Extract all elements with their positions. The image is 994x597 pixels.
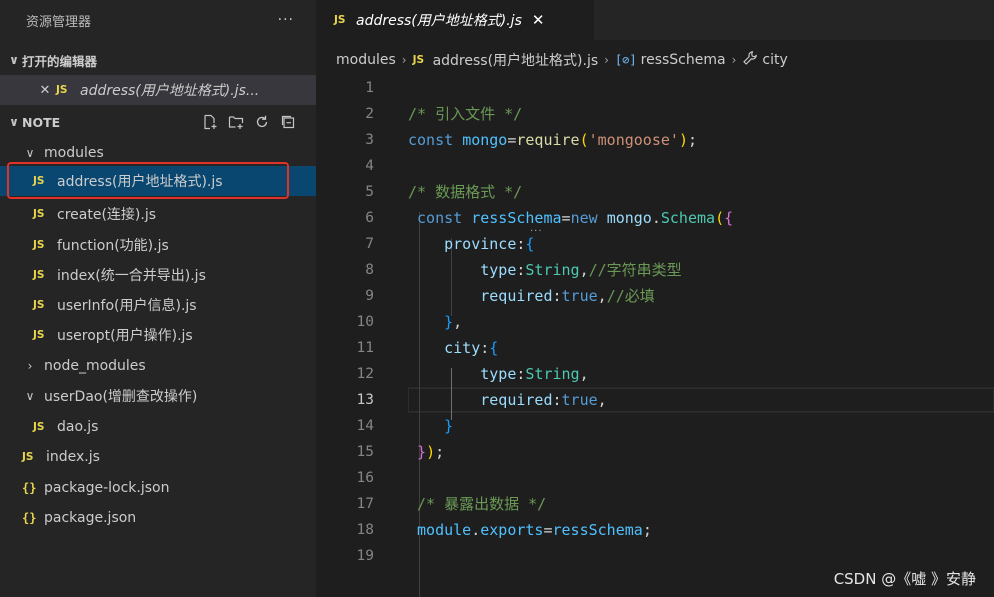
json-file-icon: {} (22, 511, 37, 525)
js-file-icon: JS (412, 54, 425, 66)
tree-label: function(功能).js (57, 238, 169, 254)
breadcrumb-symbol[interactable]: ressSchema (641, 52, 726, 68)
open-editor-item[interactable]: ✕ JS address(用户地址格式).js... (0, 75, 316, 105)
open-editors-label: 打开的编辑器 (22, 53, 98, 69)
tree-label: useropt(用户操作).js (57, 328, 193, 344)
code-line: 17 /* 暴露出数据 */ (356, 495, 547, 513)
tree-label: userDao(增删查改操作) (44, 389, 198, 405)
note-section[interactable]: ∨ NOTE (0, 107, 316, 137)
code-line: 5/* 数据格式 */ (365, 183, 523, 201)
tree-folder-modules[interactable]: ∨ modules (0, 138, 316, 168)
tree-label: address(用户地址格式).js (57, 174, 223, 190)
json-file-icon: {} (22, 481, 37, 495)
watermark: CSDN @《嘘 》安静 (833, 570, 976, 588)
js-file-icon: JS (33, 269, 45, 281)
tree-file-userinfo[interactable]: JS userInfo(用户信息).js (0, 290, 316, 320)
code-line: 3 const mongo=require('mongoose'); (365, 131, 697, 149)
chevron-down-icon: ∨ (25, 146, 35, 160)
note-actions (202, 114, 296, 130)
code-line: 1 (365, 80, 374, 96)
tree-file-create[interactable]: JS create(连接).js (0, 199, 316, 229)
new-file-icon[interactable] (202, 114, 218, 130)
code-line: 19 (356, 548, 374, 564)
tab-address-js[interactable]: JS address(用户地址格式).js ✕ (316, 0, 594, 40)
chevron-down-icon: ∨ (9, 115, 19, 129)
breadcrumb-file[interactable]: address(用户地址格式).js (433, 50, 599, 70)
refresh-icon[interactable] (254, 114, 270, 130)
js-file-icon: JS (56, 84, 68, 96)
code-line: 10 }, (356, 313, 463, 331)
tree-label: modules (44, 145, 104, 161)
tree-label: index(统一合并导出).js (57, 268, 206, 284)
code-line: 7 province:{ (365, 235, 535, 253)
tree-label: package-lock.json (44, 480, 170, 496)
tree-file-address[interactable]: JS address(用户地址格式).js (0, 166, 316, 196)
js-file-icon: JS (33, 239, 45, 251)
code-line: 16 (356, 470, 374, 486)
chevron-right-icon: › (401, 53, 407, 67)
code-line: 15 }); (356, 443, 445, 461)
js-file-icon: JS (33, 175, 45, 187)
breadcrumb-folder[interactable]: modules (336, 52, 396, 68)
code-line: 12 type:String, (356, 365, 589, 383)
tree-file-package[interactable]: {} package.json (0, 503, 316, 533)
tree-label: create(连接).js (57, 207, 156, 223)
code-line: 8 type:String,//字符串类型 (365, 261, 682, 279)
tree-file-package-lock[interactable]: {} package-lock.json (0, 473, 316, 503)
chevron-right-icon: › (604, 53, 609, 67)
tree-file-index[interactable]: JS index.js (0, 442, 316, 472)
chevron-down-icon: ∨ (25, 389, 35, 403)
breadcrumb-property[interactable]: city (762, 52, 787, 68)
tab-label: address(用户地址格式).js (356, 13, 522, 29)
wrench-icon (742, 50, 758, 70)
explorer-header: 资源管理器 ··· (0, 0, 316, 40)
close-icon[interactable]: ✕ (532, 11, 545, 29)
tree-file-dao[interactable]: JS dao.js (0, 412, 316, 442)
tree-folder-userdao[interactable]: ∨ userDao(增删查改操作) (0, 381, 316, 411)
tree-file-useropt[interactable]: JS useropt(用户操作).js (0, 320, 316, 350)
breadcrumb: modules › JS address(用户地址格式).js › [⊘] re… (316, 40, 994, 80)
chevron-down-icon: ∨ (9, 53, 19, 67)
tree-label: index.js (46, 449, 100, 465)
tree-label: userInfo(用户信息).js (57, 298, 197, 314)
collapse-all-icon[interactable] (280, 114, 296, 130)
tree-file-function[interactable]: JS function(功能).js (0, 230, 316, 260)
close-icon[interactable]: ✕ (34, 83, 56, 98)
explorer-sidebar: 资源管理器 ··· ∨ 打开的编辑器 ✕ JS address(用户地址格式).… (0, 0, 316, 597)
js-file-icon: JS (334, 14, 346, 26)
chevron-right-icon: › (27, 359, 33, 373)
variable-symbol-icon: [⊘] (614, 53, 637, 67)
code-line: 6 const ressSchema=new mongo.Schema({ (365, 209, 734, 227)
tree-folder-node-modules[interactable]: › node_modules (0, 351, 316, 381)
more-actions-icon[interactable]: ··· (278, 12, 294, 28)
tree-label: dao.js (57, 419, 99, 435)
code-line: 11 city:{ (356, 339, 499, 357)
open-editor-label: address(用户地址格式).js... (80, 83, 260, 99)
js-file-icon: JS (33, 299, 45, 311)
tab-bar: JS address(用户地址格式).js ✕ (316, 0, 994, 40)
open-editors-section[interactable]: ∨ 打开的编辑器 (0, 45, 316, 75)
js-file-icon: JS (22, 451, 34, 463)
new-folder-icon[interactable] (228, 114, 244, 130)
explorer-title: 资源管理器 (26, 14, 92, 30)
editor-area: JS address(用户地址格式).js ✕ modules › JS add… (316, 0, 994, 597)
js-file-icon: JS (33, 421, 45, 433)
tree-file-index-merge[interactable]: JS index(统一合并导出).js (0, 260, 316, 290)
js-file-icon: JS (33, 208, 45, 220)
tree-label: package.json (44, 510, 137, 526)
note-section-label: NOTE (22, 114, 61, 130)
code-line: 9 required:true,//必填 (365, 287, 655, 305)
code-line: 14 } (356, 417, 454, 435)
code-line: 18 module.exports=ressSchema; (356, 521, 652, 539)
tree-label: node_modules (44, 358, 146, 374)
code-line: 2/* 引入文件 */ (365, 105, 523, 123)
code-line: 4 (365, 158, 374, 174)
js-file-icon: JS (33, 329, 45, 341)
chevron-right-icon: › (731, 53, 737, 67)
code-line-current: 13 required:true, (356, 391, 607, 409)
